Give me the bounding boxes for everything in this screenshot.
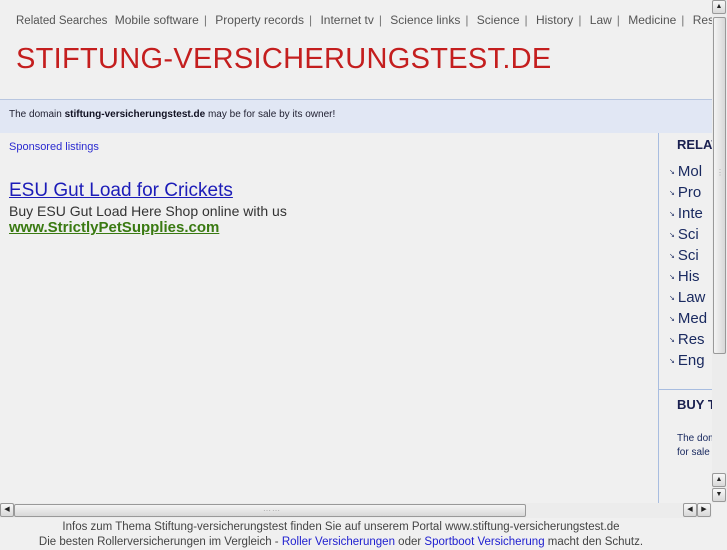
arrow-icon: ↘ [669,169,675,177]
related-item-label: Sci [677,226,699,243]
scroll-up-button[interactable]: ▲ [712,0,726,14]
nav-link-internet-tv[interactable]: Internet tv [320,13,373,27]
separator: | [681,13,685,27]
related-item[interactable]: ↘ His [669,268,700,285]
roller-versicherungen-link[interactable]: Roller Versicherungen [282,536,395,548]
ad-url-link[interactable]: www.StrictlyPetSupplies.com [9,219,219,236]
related-item-label: Sci [677,247,699,264]
related-item[interactable]: ↘ Sci [669,247,699,264]
site-title: STIFTUNG-VERSICHERUNGSTEST.DE [16,43,552,75]
grip-icon: ⋮⋮ [716,168,727,177]
nav-link-law[interactable]: Law [590,13,612,27]
arrow-icon: ↘ [669,253,675,261]
arrow-icon: ↘ [669,358,675,366]
arrow-icon: ↘ [669,232,675,240]
separator: | [465,13,469,27]
related-sidebar: RELAT ↘Mol ↘Pro ↘Inte ↘Sci ↘Sci ↘His ↘La… [658,133,712,503]
separator: | [378,13,382,27]
footer-text: Die besten Rollerversicherungen im Vergl… [38,536,282,548]
related-searches-nav: Related Searches Mobile software | Proper… [16,13,712,27]
related-item-label: Eng [677,352,705,369]
buy-heading: BUY T [677,397,712,412]
related-item[interactable]: ↘ Pro [669,184,701,201]
arrow-icon: ↘ [669,190,675,198]
sale-notice-domain: stiftung-versicherungstest.de [64,109,206,120]
arrow-icon: ↘ [669,274,675,282]
arrow-icon: ↘ [669,211,675,219]
related-item-label: Pro [677,184,702,201]
nav-link-history[interactable]: History [536,13,573,27]
sale-notice-band: The domain stiftung-versicherungstest.de… [0,99,712,133]
scroll-down-button[interactable]: ▼ [712,488,726,502]
scroll-right-button[interactable]: ▶ [697,503,711,517]
grip-icon: ⋯⋯ [263,506,281,515]
sponsored-listings-link[interactable]: Sponsored listings [9,141,99,153]
separator: | [308,13,313,27]
divider [659,389,712,390]
scroll-left-button[interactable]: ◀ [683,503,697,517]
footer-text: oder [394,536,425,548]
arrow-icon: ↘ [669,337,675,345]
buy-text-line: for sale [677,447,710,458]
related-searches-label: Related Searches [16,15,108,27]
related-item-label: Law [677,289,706,306]
buy-text-line: The dom [677,433,712,444]
related-item[interactable]: ↘ Inte [669,205,703,222]
related-item-label: Inte [677,205,703,222]
separator: | [524,13,528,27]
horizontal-scrollbar-thumb[interactable]: ⋯⋯ [14,504,526,517]
related-item[interactable]: ↘ Med [669,310,707,327]
related-item[interactable]: ↘ Law [669,289,705,306]
related-item[interactable]: ↘ Eng [669,352,705,369]
footer-text: macht den Schutz. [544,536,644,548]
related-heading: RELAT [677,137,712,152]
related-item[interactable]: ↘ Sci [669,226,699,243]
buy-text: The dom for sale [677,432,712,460]
scroll-up-button[interactable]: ▲ [712,473,726,487]
nav-link-property-records[interactable]: Property records [215,13,304,27]
footer: Infos zum Thema Stiftung-versicherungste… [0,520,682,550]
related-item-label: His [677,268,700,285]
nav-link-research[interactable]: Research [693,13,712,27]
ad-title-link[interactable]: ESU Gut Load for Crickets [9,180,233,202]
sale-notice-prefix: The domain [9,109,62,120]
nav-link-science[interactable]: Science [477,13,520,27]
related-item-label: Med [677,310,708,327]
arrow-icon: ↘ [669,295,675,303]
scroll-left-button[interactable]: ◀ [0,503,14,517]
sale-notice-suffix: may be for sale by its owner! [207,109,336,120]
separator: | [203,13,207,27]
nav-link-science-links[interactable]: Science links [390,13,460,27]
related-item[interactable]: ↘ Res [669,331,705,348]
nav-link-medicine[interactable]: Medicine [628,13,676,27]
sportboot-versicherung-link[interactable]: Sportboot Versicherung [424,536,544,548]
vertical-scrollbar-thumb[interactable]: ⋮⋮ [713,17,727,354]
separator: | [616,13,620,27]
related-item[interactable]: ↘ Mol [669,163,702,180]
ad-description: Buy ESU Gut Load Here Shop online with u… [9,203,287,219]
footer-line-1: Infos zum Thema Stiftung-versicherungste… [62,521,620,533]
related-item-label: Res [677,331,705,348]
arrow-icon: ↘ [669,316,675,324]
footer-line-2: Die besten Rollerversicherungen im Vergl… [0,535,682,550]
nav-link-mobile-software[interactable]: Mobile software [115,13,199,27]
related-item-label: Mol [677,163,703,180]
separator: | [578,13,582,27]
